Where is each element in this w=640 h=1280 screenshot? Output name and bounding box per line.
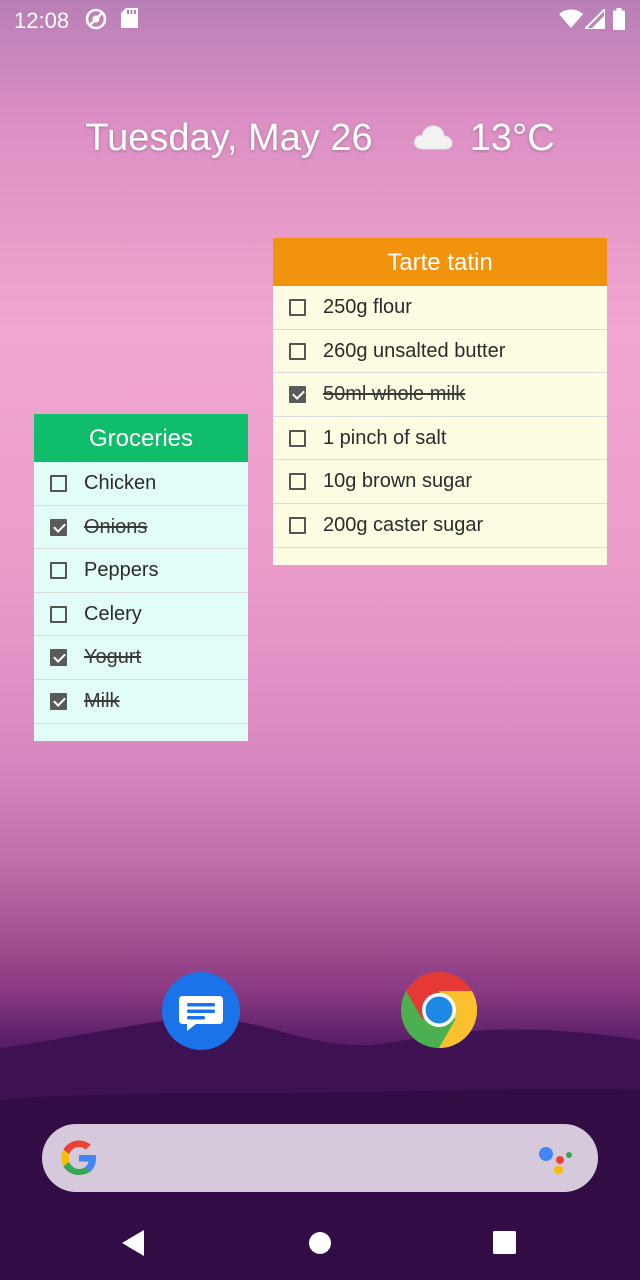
date-text[interactable]: Tuesday, May 26 — [85, 117, 372, 160]
tarte-tatin-widget[interactable]: Tarte tatin 250g flour 260g unsalted butt… — [273, 238, 607, 565]
sd-card-icon — [121, 8, 138, 33]
messages-app-icon[interactable] — [162, 972, 240, 1050]
checkbox-unchecked[interactable] — [289, 429, 306, 447]
list-item[interactable]: 250g flour — [273, 286, 607, 330]
list-item[interactable]: 260g unsalted butter — [273, 330, 607, 374]
battery-icon — [613, 8, 625, 35]
list-item-label: 1 pinch of salt — [323, 426, 447, 449]
status-time: 12:08 — [14, 8, 70, 33]
data-saver-icon — [84, 7, 108, 36]
list-item-label: 260g unsalted butter — [323, 339, 506, 362]
checkbox-unchecked[interactable] — [50, 475, 67, 492]
back-button[interactable] — [122, 1230, 144, 1261]
list-item[interactable]: Chicken — [34, 462, 248, 506]
list-item-label: 50ml whole milk — [323, 383, 466, 406]
list-item-label: 250g flour — [323, 296, 412, 318]
list-item-label: Milk — [84, 689, 120, 712]
status-bar: 12:08 — [0, 0, 640, 40]
widget-title[interactable]: Tarte tatin — [273, 238, 607, 286]
checkbox-unchecked[interactable] — [50, 605, 67, 623]
temperature-text[interactable]: 13°C — [470, 117, 555, 160]
cloud-icon — [413, 117, 453, 160]
checkbox-checked[interactable] — [50, 518, 67, 536]
list-item-label: Peppers — [84, 559, 159, 582]
list-item-label: Celery — [84, 602, 142, 625]
list-item[interactable]: Milk — [34, 680, 248, 724]
at-a-glance-widget[interactable]: Tuesday, May 26 13°C — [0, 116, 640, 160]
list-item-label: 10g brown sugar — [323, 470, 472, 493]
list-item[interactable]: 50ml whole milk — [273, 373, 607, 417]
home-button[interactable] — [308, 1231, 332, 1260]
checklist: 250g flour 260g unsalted butter 50ml whole… — [273, 286, 607, 548]
list-item-label: Yogurt — [84, 646, 142, 669]
list-item[interactable]: Onions — [34, 506, 248, 550]
list-item[interactable]: Celery — [34, 593, 248, 637]
google-search-bar[interactable] — [42, 1124, 598, 1192]
list-item[interactable]: 10g brown sugar — [273, 460, 607, 504]
checkbox-unchecked[interactable] — [289, 342, 306, 360]
list-item[interactable]: Yogurt — [34, 636, 248, 680]
google-logo-icon[interactable] — [60, 1139, 98, 1182]
recents-button[interactable] — [493, 1231, 516, 1259]
checkbox-unchecked[interactable] — [50, 562, 67, 580]
list-item[interactable]: 1 pinch of salt — [273, 417, 607, 461]
list-item[interactable]: 200g caster sugar — [273, 504, 607, 548]
chrome-app-icon[interactable] — [400, 971, 478, 1049]
widget-title[interactable]: Groceries — [34, 414, 248, 462]
checkbox-checked[interactable] — [289, 386, 306, 404]
list-item-label: Chicken — [84, 472, 157, 494]
checkbox-checked[interactable] — [50, 692, 67, 710]
checkbox-checked[interactable] — [50, 649, 67, 667]
navigation-bar — [0, 1210, 640, 1280]
google-assistant-icon[interactable] — [538, 1142, 574, 1181]
wifi-icon — [559, 9, 583, 34]
signal-icon — [582, 6, 606, 34]
groceries-widget[interactable]: Groceries Chicken Onions Peppers Celery Yogu… — [34, 414, 248, 741]
list-item-label: Onions — [84, 515, 148, 538]
list-item[interactable]: Peppers — [34, 549, 248, 593]
checkbox-unchecked[interactable] — [289, 299, 306, 316]
checkbox-unchecked[interactable] — [289, 473, 306, 491]
checkbox-unchecked[interactable] — [289, 516, 306, 534]
list-item-label: 200g caster sugar — [323, 513, 484, 536]
checklist: Chicken Onions Peppers Celery Yogurt Milk — [34, 462, 248, 724]
